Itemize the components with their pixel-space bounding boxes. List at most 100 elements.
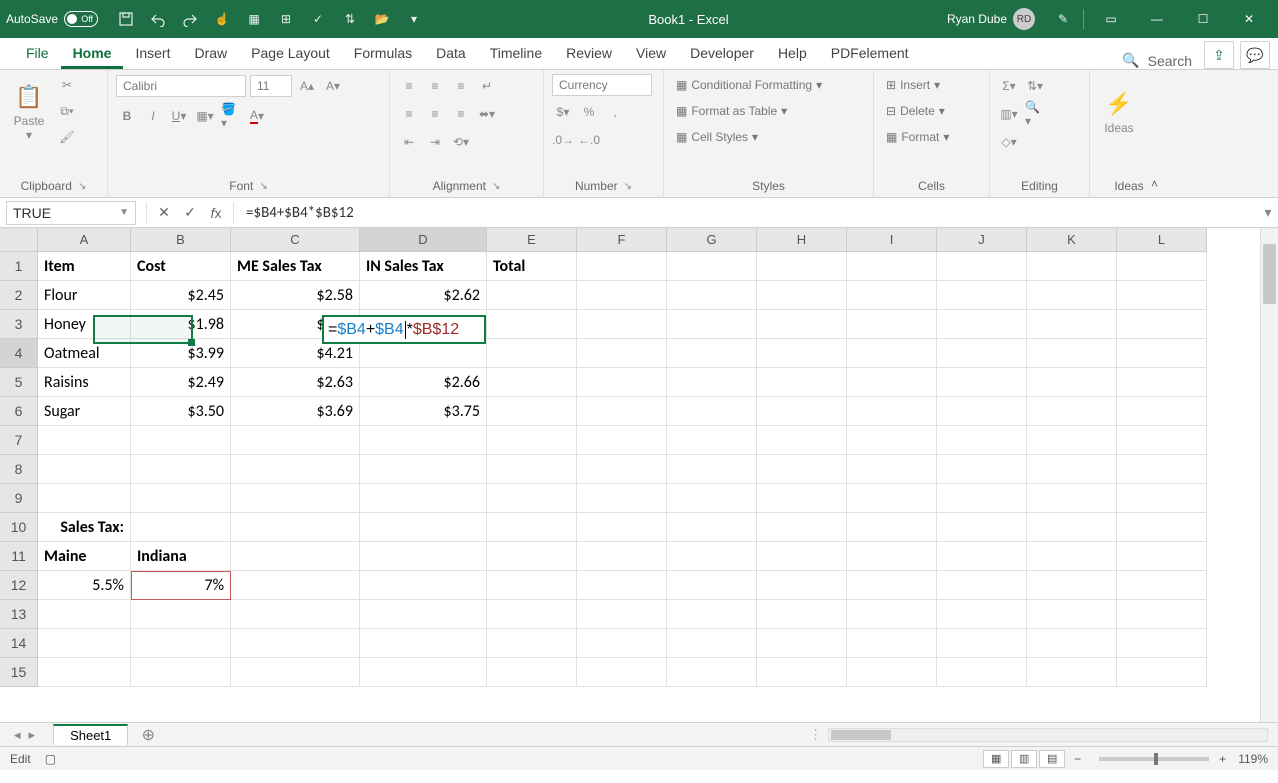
- enter-formula-icon[interactable]: ✓: [177, 204, 203, 221]
- cell[interactable]: [487, 455, 577, 484]
- cell[interactable]: [937, 455, 1027, 484]
- cell[interactable]: Cost: [131, 252, 231, 281]
- cell[interactable]: [131, 455, 231, 484]
- cell[interactable]: [757, 629, 847, 658]
- column-header-I[interactable]: I: [847, 228, 937, 252]
- cell[interactable]: [577, 281, 667, 310]
- cell[interactable]: [131, 513, 231, 542]
- column-header-C[interactable]: C: [231, 228, 360, 252]
- maximize-icon[interactable]: ☐: [1180, 0, 1226, 38]
- cell[interactable]: [937, 397, 1027, 426]
- cell[interactable]: [847, 455, 937, 484]
- cell[interactable]: [577, 600, 667, 629]
- cell[interactable]: [937, 368, 1027, 397]
- cell[interactable]: [360, 629, 487, 658]
- cell[interactable]: [1117, 455, 1207, 484]
- cell[interactable]: 5.5%: [38, 571, 131, 600]
- row-header-1[interactable]: 1: [0, 252, 38, 281]
- tab-help[interactable]: Help: [766, 39, 819, 69]
- cell[interactable]: Raisins: [38, 368, 131, 397]
- cell[interactable]: [1027, 600, 1117, 629]
- dialog-launcher-icon[interactable]: ↘: [624, 181, 632, 192]
- cell[interactable]: [360, 426, 487, 455]
- cell[interactable]: [937, 252, 1027, 281]
- cell[interactable]: [577, 484, 667, 513]
- cell[interactable]: [1027, 571, 1117, 600]
- cell[interactable]: [231, 542, 360, 571]
- cell[interactable]: [577, 455, 667, 484]
- cell[interactable]: [1117, 252, 1207, 281]
- tab-formulas[interactable]: Formulas: [342, 39, 424, 69]
- cell[interactable]: [847, 600, 937, 629]
- row-header-4[interactable]: 4: [0, 339, 38, 368]
- cell-styles-button[interactable]: ▦Cell Styles▾: [672, 126, 826, 148]
- cell[interactable]: [847, 426, 937, 455]
- tab-review[interactable]: Review: [554, 39, 624, 69]
- normal-view-icon[interactable]: ▦: [983, 750, 1009, 768]
- cell[interactable]: $2.63: [231, 368, 360, 397]
- cell[interactable]: $3.69: [231, 397, 360, 426]
- cell[interactable]: Item: [38, 252, 131, 281]
- cell[interactable]: [667, 310, 757, 339]
- cell[interactable]: $2.62: [360, 281, 487, 310]
- clear-icon[interactable]: ◇▾: [998, 131, 1020, 153]
- increase-indent-icon[interactable]: ⇥: [424, 131, 446, 153]
- align-center-icon[interactable]: ≡: [424, 103, 446, 125]
- format-as-table-button[interactable]: ▦Format as Table▾: [672, 100, 826, 122]
- cell[interactable]: [231, 629, 360, 658]
- cell[interactable]: $2.66: [360, 368, 487, 397]
- autosave-switch[interactable]: Off: [64, 11, 98, 27]
- column-headers[interactable]: ABCDEFGHIJKL: [38, 228, 1207, 252]
- cell[interactable]: [487, 629, 577, 658]
- row-header-11[interactable]: 11: [0, 542, 38, 571]
- cell[interactable]: [757, 484, 847, 513]
- cell[interactable]: [231, 571, 360, 600]
- print-area-icon[interactable]: ⊞: [270, 4, 302, 34]
- cell[interactable]: [1027, 455, 1117, 484]
- column-header-K[interactable]: K: [1027, 228, 1117, 252]
- cell[interactable]: [757, 513, 847, 542]
- row-headers[interactable]: 123456789101112131415: [0, 252, 38, 687]
- wrap-text-icon[interactable]: ↵: [476, 75, 498, 97]
- decrease-indent-icon[interactable]: ⇤: [398, 131, 420, 153]
- cell[interactable]: [360, 600, 487, 629]
- borders-icon[interactable]: ▦: [238, 4, 270, 34]
- cell[interactable]: [847, 629, 937, 658]
- spelling-icon[interactable]: ✓: [302, 4, 334, 34]
- name-box[interactable]: TRUE ▼: [6, 201, 136, 225]
- cell[interactable]: [667, 542, 757, 571]
- cell[interactable]: [937, 571, 1027, 600]
- cell[interactable]: [847, 513, 937, 542]
- cell[interactable]: [360, 571, 487, 600]
- row-header-12[interactable]: 12: [0, 571, 38, 600]
- cell[interactable]: [847, 658, 937, 687]
- cell[interactable]: [1117, 426, 1207, 455]
- ribbon-display-icon[interactable]: ▭: [1088, 0, 1134, 38]
- cell[interactable]: [847, 281, 937, 310]
- sort-icon[interactable]: ⇅: [334, 4, 366, 34]
- cell[interactable]: [847, 339, 937, 368]
- cell[interactable]: $2.58: [231, 281, 360, 310]
- cell[interactable]: [1117, 658, 1207, 687]
- column-header-B[interactable]: B: [131, 228, 231, 252]
- column-header-F[interactable]: F: [577, 228, 667, 252]
- draw-toggle-icon[interactable]: ✎: [1047, 4, 1079, 34]
- cell[interactable]: [667, 455, 757, 484]
- cell[interactable]: [667, 513, 757, 542]
- sheet-tab-sheet1[interactable]: Sheet1: [53, 724, 128, 745]
- select-all-corner[interactable]: [0, 228, 38, 252]
- row-header-8[interactable]: 8: [0, 455, 38, 484]
- cell[interactable]: [847, 484, 937, 513]
- find-select-icon[interactable]: 🔍▾: [1024, 103, 1046, 125]
- cell[interactable]: [1027, 658, 1117, 687]
- cell[interactable]: [1027, 368, 1117, 397]
- cell[interactable]: [937, 484, 1027, 513]
- cell[interactable]: [487, 513, 577, 542]
- cell[interactable]: Maine: [38, 542, 131, 571]
- cell[interactable]: [1117, 397, 1207, 426]
- cell[interactable]: ME Sales Tax: [231, 252, 360, 281]
- cell[interactable]: [757, 600, 847, 629]
- cell[interactable]: [487, 339, 577, 368]
- tab-developer[interactable]: Developer: [678, 39, 766, 69]
- tab-data[interactable]: Data: [424, 39, 478, 69]
